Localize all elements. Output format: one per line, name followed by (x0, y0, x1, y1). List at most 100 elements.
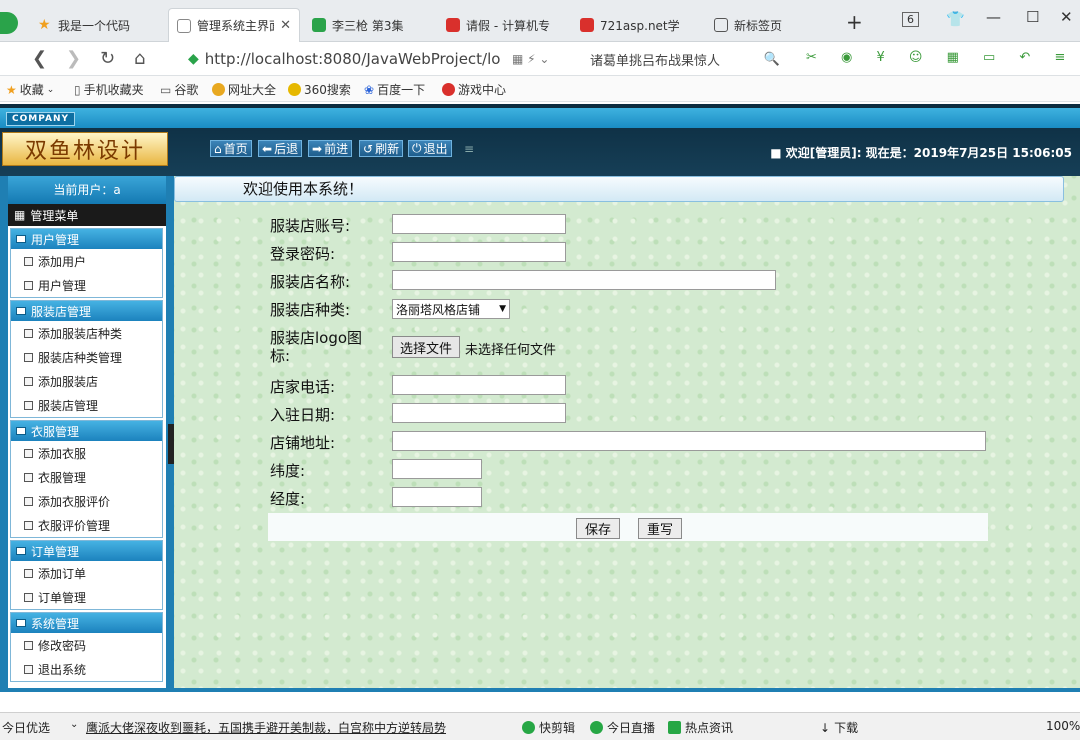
menu-icon (16, 235, 26, 243)
menu-item-change-password[interactable]: 修改密码 (11, 633, 162, 657)
menu-group-header[interactable]: 用户管理 (11, 229, 162, 249)
bookmark-mobile[interactable]: ▯ 手机收藏夹 (74, 81, 144, 98)
hot-news[interactable]: 热点资讯 (668, 719, 733, 736)
bookmark-directory[interactable]: 网址大全 (212, 81, 276, 98)
forward-button[interactable]: ➡ 前进 (308, 140, 353, 157)
news-ticker[interactable]: 鹰派大佬深夜收到噩耗，五国携手避开美制裁，白宫称中方逆转局势 (86, 719, 446, 736)
menu-group-header[interactable]: 衣服管理 (11, 421, 162, 441)
search-field[interactable]: 诸葛单挑吕布战果惊人 🔍 (590, 47, 780, 71)
account-input[interactable] (392, 214, 566, 234)
refresh-button[interactable]: ↺ 刷新 (359, 140, 404, 157)
menu-item-add-clothes[interactable]: 添加衣服 (11, 441, 162, 465)
bookmark-favorites[interactable]: ★ 收藏 ⌄ (6, 81, 54, 98)
menu-item-user-manage[interactable]: 用户管理 (11, 273, 162, 297)
browser-logo-icon[interactable] (0, 12, 18, 34)
star-icon: ★ (38, 17, 51, 33)
menu-item-add-review[interactable]: 添加衣服评价 (11, 489, 162, 513)
doc-icon (580, 18, 594, 32)
window-close-button[interactable]: ✕ (1060, 8, 1073, 26)
menu-group-header[interactable]: 服装店管理 (11, 301, 162, 321)
reload-icon[interactable]: ↻ (100, 48, 115, 69)
menu-item-shop-type-manage[interactable]: 服装店种类管理 (11, 345, 162, 369)
video-icon (312, 18, 326, 32)
phone-label: 店家电话: (270, 378, 336, 396)
home-icon[interactable]: ⌂ (134, 48, 145, 69)
home-button[interactable]: ⌂ 首页 (210, 140, 252, 157)
main-title: 欢迎使用本系统！ (174, 176, 1064, 202)
menu-item-clothes-manage[interactable]: 衣服管理 (11, 465, 162, 489)
forward-arrow-icon[interactable]: ❯ (66, 48, 81, 69)
zoom-level[interactable]: 100% (1046, 719, 1080, 733)
bookmark-360search[interactable]: 360搜索 (288, 81, 351, 98)
chevron-down-icon: ▼ (499, 304, 506, 314)
menu-item-add-shop-type[interactable]: 添加服装店种类 (11, 321, 162, 345)
menu-group-system: 系统管理 修改密码 退出系统 (10, 612, 163, 682)
tab-title: 李三枪 第3集 (332, 18, 404, 33)
url-text: http://localhost:8080/JavaWebProject/lo (204, 50, 501, 68)
menu-item-shop-manage[interactable]: 服装店管理 (11, 393, 162, 417)
new-tab-button[interactable]: + (846, 10, 863, 34)
back-button[interactable]: ⬅ 后退 (258, 140, 303, 157)
menu-item-logout[interactable]: 退出系统 (11, 657, 162, 681)
tab-count-badge[interactable]: 6 (902, 12, 919, 27)
date-label: 入驻日期: (270, 406, 336, 424)
browser-tab-6[interactable]: 新标签页 (706, 8, 836, 42)
browser-tab-4[interactable]: 请假 - 计算机专 (438, 8, 568, 42)
current-user-bar: 当前用户：a (8, 176, 166, 204)
back-arrow-icon[interactable]: ❮ (32, 48, 47, 69)
menu-item-review-manage[interactable]: 衣服评价管理 (11, 513, 162, 537)
name-input[interactable] (392, 270, 776, 290)
menu-icon (16, 307, 26, 315)
phone-input[interactable] (392, 375, 566, 395)
address-input[interactable] (392, 431, 986, 451)
bookmark-games[interactable]: 游戏中心 (442, 81, 506, 98)
star-icon: ★ (6, 82, 17, 97)
browser-tab-2[interactable]: 管理系统主界面 ✕ (168, 8, 300, 42)
qr-icon[interactable]: ▦ ⚡ ⌄ (512, 52, 549, 66)
latitude-label: 纬度: (270, 462, 306, 480)
password-input[interactable] (392, 242, 566, 262)
maximize-button[interactable]: ☐ (1026, 8, 1039, 26)
document-icon (24, 256, 33, 266)
toolbar-icons[interactable]: ✂ ◉ ¥ ☺ ▦ ▭ ↶ ≡ (806, 50, 1075, 65)
menu-group-header[interactable]: 订单管理 (11, 541, 162, 561)
account-label: 服装店账号: (270, 217, 351, 235)
menu-item-add-user[interactable]: 添加用户 (11, 249, 162, 273)
address-label: 店铺地址: (270, 434, 336, 452)
minimize-button[interactable]: — (986, 8, 1001, 26)
browser-tab-3[interactable]: 李三枪 第3集 (304, 8, 434, 42)
bookmark-bar: ★ 收藏 ⌄ ▯ 手机收藏夹 ▭ 谷歌 网址大全 360搜索 ❀ 百度一下 游戏中心 (0, 76, 1080, 102)
browser-tab-1[interactable]: ★ 我是一个代码 (30, 8, 166, 42)
save-button[interactable]: 保存 (576, 518, 621, 539)
bookmark-baidu[interactable]: ❀ 百度一下 (364, 81, 425, 98)
address-bar: ❮ ❯ ↻ ⌂ ◆ http://localhost:8080/JavaWebP… (0, 42, 1080, 76)
document-icon (24, 496, 33, 506)
reset-button[interactable]: 重写 (638, 518, 683, 539)
date-input[interactable] (392, 403, 566, 423)
choose-file-button[interactable]: 选择文件 (392, 336, 460, 358)
bookmark-google[interactable]: ▭ 谷歌 (160, 81, 198, 98)
play-icon (590, 721, 603, 734)
longitude-input[interactable] (392, 487, 482, 507)
daily-picks[interactable]: 今日优选 (2, 719, 50, 736)
today-live[interactable]: 今日直播 (590, 719, 655, 736)
menu-item-add-order[interactable]: 添加订单 (11, 561, 162, 585)
quick-edit[interactable]: 快剪辑 (522, 719, 575, 736)
type-select[interactable]: 洛丽塔风格店铺 ▼ (392, 299, 510, 319)
page-icon (177, 18, 191, 33)
logout-button[interactable]: ⏻ 退出 (408, 140, 452, 157)
file-status: 未选择任何文件 (465, 343, 557, 358)
search-icon[interactable]: 🔍 (764, 52, 780, 67)
browser-tab-5[interactable]: 721asp.net学 (572, 8, 702, 42)
separator-icon: ≡ (464, 142, 475, 156)
menu-group-header[interactable]: 系统管理 (11, 613, 162, 633)
document-icon (24, 640, 33, 650)
menu-group-orders: 订单管理 添加订单 订单管理 (10, 540, 163, 610)
latitude-input[interactable] (392, 459, 482, 479)
download[interactable]: ↓ 下载 (820, 719, 858, 736)
menu-item-order-manage[interactable]: 订单管理 (11, 585, 162, 609)
shirt-icon[interactable]: 👕 (946, 10, 965, 28)
menu-item-add-shop[interactable]: 添加服装店 (11, 369, 162, 393)
document-icon (24, 472, 33, 482)
close-icon[interactable]: ✕ (280, 18, 291, 33)
